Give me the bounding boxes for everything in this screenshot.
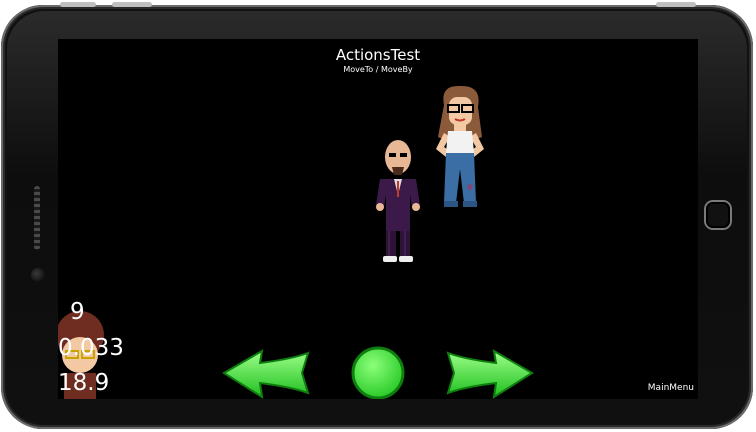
man-sprite bbox=[376, 140, 420, 262]
left-arrow-icon bbox=[222, 349, 310, 399]
next-button[interactable] bbox=[444, 349, 534, 399]
power-button[interactable] bbox=[112, 2, 152, 7]
right-arrow-icon bbox=[446, 349, 534, 399]
stats-fps: 18.9 bbox=[58, 370, 110, 396]
main-menu-button[interactable]: MainMenu bbox=[648, 383, 694, 393]
speaker-grille bbox=[34, 186, 40, 250]
stats-draw-calls: 9 bbox=[70, 299, 85, 325]
restart-button[interactable] bbox=[349, 346, 407, 399]
stats-frame-time: 0.033 bbox=[58, 335, 124, 361]
scene-title: ActionsTest bbox=[335, 46, 421, 64]
home-button[interactable] bbox=[706, 202, 730, 228]
top-side-button[interactable] bbox=[656, 2, 696, 7]
scene-subtitle: MoveTo / MoveBy bbox=[343, 65, 413, 74]
front-camera bbox=[31, 268, 45, 282]
back-button[interactable] bbox=[222, 349, 312, 399]
volume-button[interactable] bbox=[60, 2, 96, 7]
game-screen: ActionsTest MoveTo / MoveBy 9 0.033 18.9… bbox=[58, 39, 698, 399]
circle-icon bbox=[351, 346, 405, 399]
woman-sprite bbox=[436, 85, 484, 207]
